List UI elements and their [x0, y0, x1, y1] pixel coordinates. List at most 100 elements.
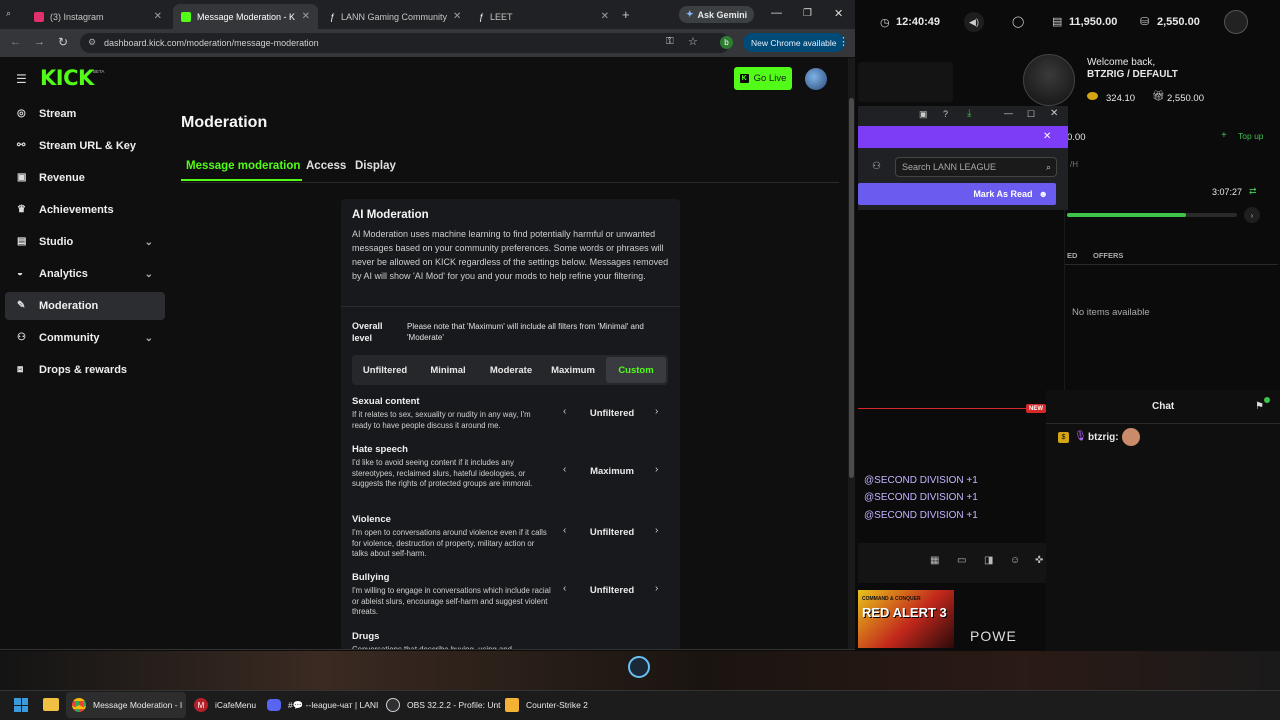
lann-close[interactable]: ✕ [1050, 108, 1058, 119]
chevron-down-icon[interactable]: ⌄ [145, 333, 153, 344]
sidebar-item-achievements[interactable]: ♛ Achievements [5, 196, 165, 224]
banner-close-icon[interactable]: ✕ [1043, 131, 1051, 142]
sidebar-item-drops-rewards[interactable]: ⧈ Drops & rewards [5, 356, 165, 384]
level-maximum-button[interactable]: Maximum [543, 357, 603, 383]
chevron-down-icon[interactable]: ⌄ [145, 269, 153, 280]
tab-message-moderation[interactable]: Message Moderation - Kick ✕ [173, 4, 318, 29]
top-up-plus-icon[interactable]: + [1221, 130, 1227, 141]
level-unfiltered-button[interactable]: Unfiltered [355, 357, 415, 383]
bookmark-star-icon[interactable]: ☆ [688, 35, 698, 48]
apps-icon[interactable]: ✜ [1035, 555, 1043, 566]
help-icon[interactable]: ? [943, 109, 948, 119]
close-tab-icon[interactable]: ✕ [453, 11, 461, 22]
page-scrollbar[interactable] [848, 58, 855, 650]
sidebar-item-analytics[interactable]: ◒ Analytics ⌄ [5, 260, 165, 288]
profile-avatar[interactable]: b [720, 36, 733, 49]
sidebar-item-stream-url-key[interactable]: ⚯ Stream URL & Key [5, 132, 165, 160]
swap-icon[interactable]: ⇄ [1249, 186, 1257, 197]
tab-leet[interactable]: ƒ LEET ✕ [471, 4, 617, 29]
user-avatar[interactable] [805, 68, 827, 90]
category-violence-prev-icon[interactable]: ‹ [563, 525, 566, 536]
chrome-update-button[interactable]: New Chrome available [743, 33, 845, 52]
level-moderate-button[interactable]: Moderate [481, 357, 541, 383]
category-bullying-next-icon[interactable]: › [655, 583, 658, 594]
tabs-divider-right [1064, 264, 1278, 265]
tab-lann-gaming[interactable]: ƒ LANN Gaming Community ✕ [322, 4, 468, 29]
sidebar-item-studio[interactable]: ▤ Studio ⌄ [5, 228, 165, 256]
tab-display[interactable]: Display [355, 160, 396, 172]
gif-icon[interactable]: ▭ [957, 555, 966, 566]
emoji-icon[interactable]: ☺ [1010, 555, 1020, 566]
taskbar-icafe[interactable]: M iCafeMenu [194, 690, 256, 720]
browser-window: ⌕ (3) Instagram ✕ Message Moderation - K… [0, 0, 855, 650]
new-tab-button[interactable]: + [622, 7, 630, 22]
tab-access[interactable]: Access [306, 160, 346, 172]
sidebar-item-moderation[interactable]: ✎ Moderation [5, 292, 165, 320]
session-progress-track [1067, 213, 1237, 217]
beta-label: BETA [93, 69, 105, 74]
close-tab-icon[interactable]: ✕ [601, 11, 609, 22]
tab-instagram[interactable]: (3) Instagram ✕ [26, 4, 170, 29]
lann-maximize[interactable]: ☐ [1027, 109, 1035, 120]
reload-icon[interactable]: ↻ [58, 35, 68, 49]
category-hate-speech-prev-icon[interactable]: ‹ [563, 464, 566, 475]
chat-bubble-icon[interactable]: ◯ [1012, 15, 1024, 28]
level-minimal-button[interactable]: Minimal [418, 357, 478, 383]
category-sexual-content-next-icon[interactable]: › [655, 406, 658, 417]
red-alert-thumbnail[interactable]: COMMAND & CONQUER RED ALERT 3 [858, 590, 954, 648]
category-bullying-prev-icon[interactable]: ‹ [563, 583, 566, 594]
top-up-link[interactable]: Top up [1238, 131, 1264, 141]
sticker-icon[interactable]: ◨ [984, 555, 993, 566]
category-sexual-content-value: Unfiltered [589, 408, 635, 419]
tab-search-icon[interactable]: ⌕ [6, 8, 20, 21]
taskbar-cs2[interactable]: Counter-Strike 2 [505, 690, 588, 720]
mark-as-read-button[interactable]: Mark As Read ☻ [858, 183, 1056, 205]
sidebar-item-community[interactable]: ⚇ Community ⌄ [5, 324, 165, 352]
category-hate-speech-next-icon[interactable]: › [655, 464, 658, 475]
minimize-button[interactable]: — [771, 7, 782, 19]
ask-gemini-button[interactable]: ✦ Ask Gemini [679, 6, 755, 23]
volume-icon[interactable]: ◀) [964, 12, 984, 32]
chevron-down-icon[interactable]: ⌄ [145, 237, 153, 248]
chat-users-icon[interactable]: ⚑ [1255, 401, 1264, 412]
category-sexual-content-title: Sexual content [352, 396, 420, 407]
profile-avatar-small[interactable] [1224, 10, 1248, 34]
sidebar-item-revenue[interactable]: ▣ Revenue [5, 164, 165, 192]
tab-message-moderation[interactable]: Message moderation [186, 160, 300, 172]
steam-icon[interactable] [628, 656, 650, 678]
url-input[interactable]: ⚙ dashboard.kick.com/moderation/message-… [80, 33, 730, 53]
taskbar-chrome[interactable]: Message Moderation - I [72, 690, 182, 720]
back-icon[interactable]: ← [10, 36, 21, 48]
kick-logo[interactable]: KICK [40, 66, 94, 90]
chevron-right-icon[interactable]: › [1244, 207, 1260, 223]
taskbar-obs[interactable]: OBS 32.2.2 - Profile: Unt [386, 690, 501, 720]
close-tab-icon[interactable]: ✕ [302, 11, 310, 22]
file-explorer-icon[interactable] [43, 698, 59, 711]
close-tab-icon[interactable]: ✕ [154, 11, 162, 22]
coin-stack-icon: ⛁ [1140, 16, 1150, 28]
category-sexual-content-prev-icon[interactable]: ‹ [563, 406, 566, 417]
close-window-button[interactable]: ✕ [834, 7, 843, 20]
go-live-button[interactable]: K Go Live [734, 67, 792, 90]
tab-partial[interactable]: ED [1067, 251, 1077, 260]
sidebar-item-stream[interactable]: ◎ Stream [5, 100, 165, 128]
menu-hamburger-icon[interactable]: ☰ [16, 72, 27, 86]
level-custom-button[interactable]: Custom [606, 357, 666, 383]
gift-toolbar-icon[interactable]: ▦ [930, 555, 939, 566]
category-violence-next-icon[interactable]: › [655, 525, 658, 536]
lann-search-input[interactable]: Search LANN LEAGUE ⌕ [895, 157, 1057, 177]
chrome-menu-icon[interactable]: ⋮ [838, 35, 849, 48]
tab-offers[interactable]: OFFERS [1093, 251, 1123, 260]
password-key-icon[interactable]: ⚿ [666, 36, 674, 47]
friends-icon[interactable]: ⚇ [872, 161, 881, 172]
inbox-icon[interactable]: ▣ [919, 109, 928, 120]
category-violence-value: Unfiltered [589, 527, 635, 538]
download-icon[interactable]: ⤓ [967, 108, 971, 119]
lann-minimize[interactable]: — [1004, 108, 1013, 118]
site-info-icon[interactable]: ⚙ [88, 37, 96, 48]
new-badge: NEW [1026, 404, 1046, 413]
restore-button[interactable]: ❐ [803, 8, 812, 19]
taskbar-discord[interactable]: #💬 --league-чат | LANI [267, 690, 378, 720]
forward-icon[interactable]: → [34, 36, 45, 48]
windows-start-icon[interactable] [14, 698, 28, 712]
